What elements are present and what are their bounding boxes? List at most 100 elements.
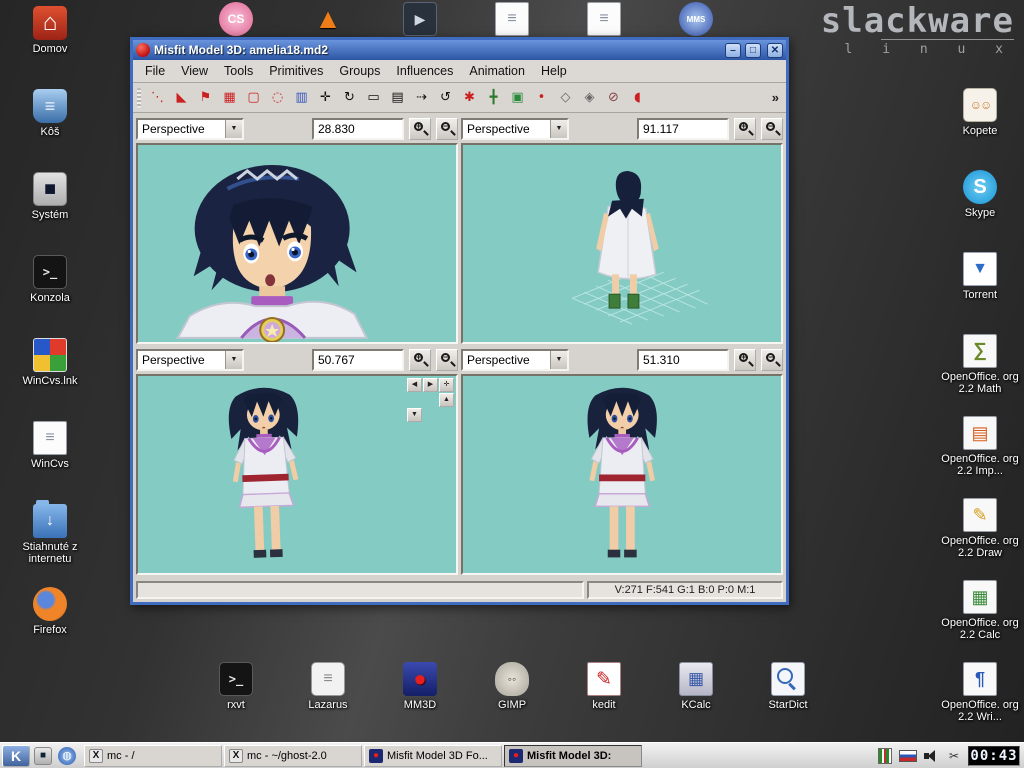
toolbar-button[interactable]: ↻ bbox=[338, 86, 361, 109]
taskbar-task[interactable]: mc - / bbox=[84, 745, 222, 767]
desktop-icon[interactable]: Torrent bbox=[938, 252, 1022, 334]
zoom-out-button[interactable] bbox=[436, 349, 458, 371]
viewport-mode-select[interactable]: Perspective bbox=[136, 349, 244, 371]
toolbar-button[interactable]: ◈ bbox=[578, 86, 601, 109]
desktop-icon[interactable]: OpenOffice. org 2.2 Calc bbox=[938, 580, 1022, 662]
toolbar-button[interactable]: ▥ bbox=[290, 86, 313, 109]
menu-item[interactable]: Influences bbox=[388, 61, 461, 81]
toolbar-button[interactable]: ⋱ bbox=[146, 86, 169, 109]
viewport-canvas[interactable] bbox=[461, 374, 783, 575]
menu-item[interactable]: Tools bbox=[216, 61, 261, 81]
desktop-icon[interactable]: KCalc bbox=[650, 662, 742, 726]
pan-right-icon[interactable]: ▶ bbox=[423, 378, 438, 392]
viewport-mode-select[interactable]: Perspective bbox=[461, 118, 569, 140]
desktop-icon[interactable]: MM3D bbox=[374, 662, 466, 726]
toolbar-button[interactable]: ⇢ bbox=[410, 86, 433, 109]
toolbar-button[interactable]: ⚑ bbox=[194, 86, 217, 109]
desktop-icon[interactable]: WinCvs.lnk bbox=[8, 338, 92, 421]
toolbar-button[interactable]: ✱ bbox=[458, 86, 481, 109]
k-menu-button[interactable]: K bbox=[2, 745, 30, 767]
volume-icon[interactable] bbox=[922, 748, 940, 764]
menu-item[interactable]: Help bbox=[533, 61, 575, 81]
desktop-icon[interactable]: Domov bbox=[8, 6, 92, 89]
desktop-icon[interactable]: kedit bbox=[558, 662, 650, 726]
toolbar-button[interactable]: ⊘ bbox=[602, 86, 625, 109]
desktop-icon[interactable]: StarDict bbox=[742, 662, 834, 726]
show-desktop-button[interactable] bbox=[32, 745, 54, 767]
desktop-icon[interactable]: Kopete bbox=[938, 88, 1022, 170]
minimize-button[interactable] bbox=[725, 43, 741, 58]
window-titlebar[interactable]: Misfit Model 3D: amelia18.md2 bbox=[133, 40, 786, 60]
pan-up-icon[interactable]: ▲ bbox=[439, 393, 454, 407]
taskbar-task[interactable]: Misfit Model 3D: bbox=[504, 745, 642, 767]
viewport-mode-select[interactable]: Perspective bbox=[136, 118, 244, 140]
desktop-icon[interactable]: OpenOffice. org 2.2 Imp... bbox=[938, 416, 1022, 498]
zoom-in-button[interactable] bbox=[409, 349, 431, 371]
menu-item[interactable]: Groups bbox=[331, 61, 388, 81]
menu-item[interactable]: Primitives bbox=[261, 61, 331, 81]
viewport-zoom-input[interactable] bbox=[312, 349, 404, 371]
toolbar-button[interactable]: ◌ bbox=[266, 86, 289, 109]
toolbar-buttons: ⋱◣⚑▦▢◌▥✛↻▭▤⇢↺✱╋▣•◇◈⊘◖ bbox=[146, 86, 649, 109]
desktop-icon[interactable]: OpenOffice. org 2.2 Math bbox=[938, 334, 1022, 416]
desktop-icon[interactable]: WinCvs bbox=[8, 421, 92, 504]
toolbar-button[interactable]: • bbox=[530, 86, 553, 109]
zoom-out-button[interactable] bbox=[761, 118, 783, 140]
pan-down-icon[interactable]: ▼ bbox=[407, 408, 422, 422]
pan-left-icon[interactable]: ◀ bbox=[407, 378, 422, 392]
menu-item[interactable]: View bbox=[173, 61, 216, 81]
zoom-out-button[interactable] bbox=[436, 118, 458, 140]
zoom-in-button[interactable] bbox=[409, 118, 431, 140]
desktop-icon-label: Domov bbox=[8, 43, 92, 55]
desktop-icon[interactable]: Lazarus bbox=[282, 662, 374, 726]
taskbar-task[interactable]: Misfit Model 3D Fo... bbox=[364, 745, 502, 767]
desktop-icon[interactable]: OpenOffice. org 2.2 Draw bbox=[938, 498, 1022, 580]
desktop-icon[interactable]: Skype bbox=[938, 170, 1022, 252]
desktop-icon-glyph bbox=[33, 338, 67, 372]
klipper-icon[interactable]: ✂ bbox=[945, 748, 963, 764]
viewport-canvas[interactable] bbox=[461, 143, 783, 344]
toolbar-handle[interactable] bbox=[137, 88, 141, 108]
desktop-icon-label: KCalc bbox=[650, 699, 742, 711]
desktop-icon[interactable]: GIMP bbox=[466, 662, 558, 726]
toolbar-button[interactable]: ▣ bbox=[506, 86, 529, 109]
toolbar-button[interactable]: ◣ bbox=[170, 86, 193, 109]
toolbar-overflow-button[interactable]: » bbox=[769, 90, 782, 105]
browser-launcher-button[interactable] bbox=[56, 745, 78, 767]
toolbar-button[interactable]: ◇ bbox=[554, 86, 577, 109]
viewport-canvas[interactable]: ◀▶✛▲ ▼ bbox=[136, 374, 458, 575]
viewport-zoom-input[interactable] bbox=[312, 118, 404, 140]
taskbar-clock[interactable]: 00:43 bbox=[968, 746, 1020, 766]
viewport-canvas[interactable] bbox=[136, 143, 458, 344]
toolbar-button[interactable]: ╋ bbox=[482, 86, 505, 109]
pan-move-icon[interactable]: ✛ bbox=[439, 378, 454, 392]
toolbar-button[interactable]: ▤ bbox=[386, 86, 409, 109]
zoom-in-button[interactable] bbox=[734, 349, 756, 371]
viewport-mode-select[interactable]: Perspective bbox=[461, 349, 569, 371]
desktop-icon[interactable]: Konzola bbox=[8, 255, 92, 338]
desktop-icon[interactable]: Kôš bbox=[8, 89, 92, 172]
desktop-icon-label: Firefox bbox=[8, 624, 92, 636]
mixer-icon[interactable] bbox=[876, 748, 894, 764]
close-button[interactable] bbox=[767, 43, 783, 58]
toolbar-button[interactable]: ✛ bbox=[314, 86, 337, 109]
toolbar-button[interactable]: ▭ bbox=[362, 86, 385, 109]
desktop-icon[interactable]: Systém bbox=[8, 172, 92, 255]
desktop-icon[interactable]: rxvt bbox=[190, 662, 282, 726]
toolbar-button[interactable]: ◖ bbox=[626, 86, 649, 109]
taskbar-task[interactable]: mc - ~/ghost-2.0 bbox=[224, 745, 362, 767]
maximize-button[interactable] bbox=[745, 43, 761, 58]
desktop-icon[interactable]: Stiahnuté z internetu bbox=[8, 504, 92, 587]
viewport-zoom-input[interactable] bbox=[637, 349, 729, 371]
zoom-out-button[interactable] bbox=[761, 349, 783, 371]
menu-item[interactable]: File bbox=[137, 61, 173, 81]
keyboard-layout-flag-icon[interactable] bbox=[899, 748, 917, 764]
viewport-zoom-input[interactable] bbox=[637, 118, 729, 140]
toolbar-button[interactable]: ↺ bbox=[434, 86, 457, 109]
toolbar-button[interactable]: ▢ bbox=[242, 86, 265, 109]
menu-item[interactable]: Animation bbox=[461, 61, 533, 81]
desktop-icon[interactable]: OpenOffice. org 2.2 Wri... bbox=[938, 662, 1022, 744]
zoom-in-button[interactable] bbox=[734, 118, 756, 140]
desktop-icon[interactable]: Firefox bbox=[8, 587, 92, 670]
toolbar-button[interactable]: ▦ bbox=[218, 86, 241, 109]
